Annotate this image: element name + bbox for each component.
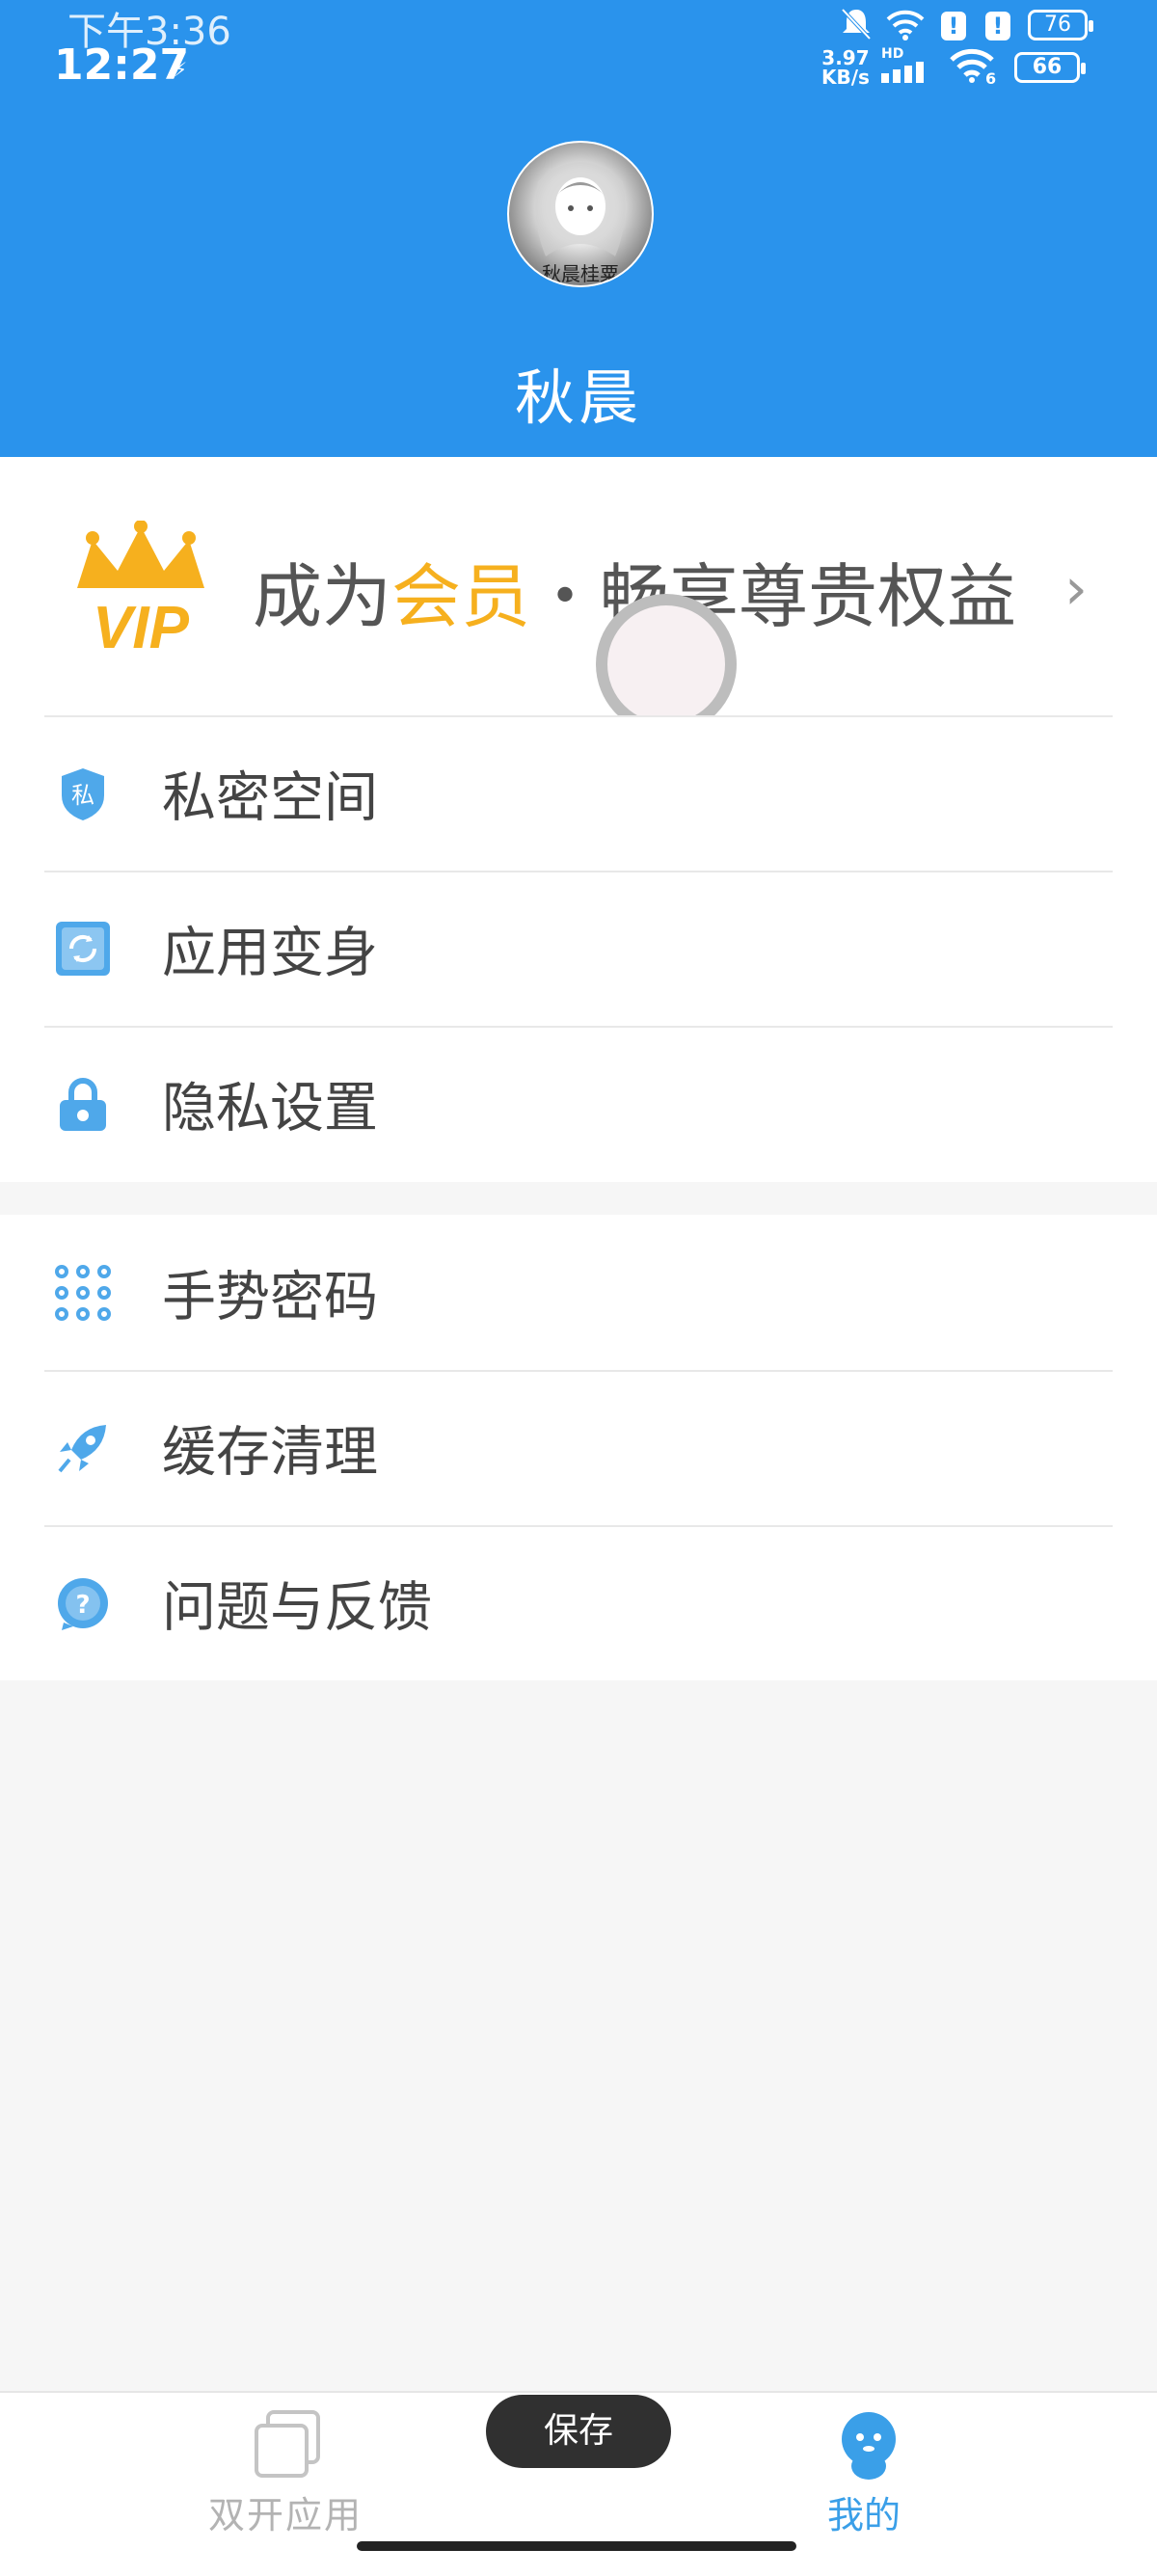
status-bar: 下午3:36 12:27 ⚡ ! ! 76 3.97 KB/s HD 6 66 [0, 0, 1157, 96]
tab-dual-apps[interactable]: 双开应用 [193, 2393, 386, 2547]
menu-group-tools: 手势密码 缓存清理 ? 问题与反馈 [0, 1215, 1157, 1680]
rocket-icon [58, 1424, 106, 1472]
profile-header: 下午3:36 12:27 ⚡ ! ! 76 3.97 KB/s HD 6 66 … [0, 0, 1157, 457]
vip-icon-text: VIP [93, 595, 190, 656]
menu-label: 私密空间 [162, 766, 378, 829]
tab-label: 双开应用 [208, 2494, 363, 2536]
menu-item-cache-cleanup[interactable]: 缓存清理 [0, 1370, 1157, 1525]
vip-suffix: ・畅享尊贵权益 [530, 556, 1017, 637]
status-time: 12:27 [54, 40, 190, 90]
menu-label: 应用变身 [162, 922, 378, 984]
menu-item-app-disguise[interactable]: 应用变身 [0, 871, 1157, 1026]
signal-icon [881, 62, 924, 83]
network-speed: 3.97 KB/s [821, 46, 870, 89]
alert-icon: ! [941, 12, 966, 40]
battery-indicator-top: 76 [1028, 10, 1093, 40]
lock-icon [60, 1077, 106, 1131]
menu-group-privacy: 私 私密空间 应用变身 隐私设置 [0, 715, 1157, 1182]
gesture-pattern-icon [55, 1264, 111, 1321]
dual-apps-icon [255, 2410, 320, 2478]
menu-item-feedback[interactable]: ? 问题与反馈 [0, 1525, 1157, 1680]
alert-icon: ! [985, 12, 1010, 40]
help-icon: ? [58, 1577, 108, 1630]
menu-label: 手势密码 [162, 1266, 378, 1328]
vip-prefix: 成为 [253, 556, 392, 637]
touch-indicator [596, 594, 737, 735]
charging-icon: ⚡ [174, 58, 188, 81]
svg-text:?: ? [75, 1591, 90, 1620]
svg-text:私: 私 [71, 782, 94, 809]
private-space-icon: 私 [62, 767, 104, 820]
menu-label: 缓存清理 [162, 1421, 378, 1484]
tab-label: 我的 [827, 2494, 901, 2536]
tab-me[interactable]: 我的 [791, 2393, 945, 2547]
me-mascot-icon [842, 2412, 896, 2480]
menu-item-gesture-password[interactable]: 手势密码 [0, 1215, 1157, 1370]
mute-bell-icon [841, 8, 872, 40]
chevron-right-icon: › [1064, 555, 1088, 623]
vip-highlight: 会员 [391, 556, 531, 637]
home-indicator[interactable] [357, 2541, 796, 2551]
menu-item-private-space[interactable]: 私 私密空间 [0, 715, 1157, 871]
menu-label: 隐私设置 [162, 1077, 378, 1140]
avatar[interactable]: 秋晨桂粟 [507, 141, 654, 287]
wifi-sub-label: 6 [985, 69, 997, 88]
avatar-caption: 秋晨桂粟 [542, 262, 619, 285]
menu-label: 问题与反馈 [162, 1576, 432, 1639]
vip-crown-icon: VIP [77, 521, 204, 656]
menu-item-privacy-settings[interactable]: 隐私设置 [0, 1026, 1157, 1181]
hd-indicator: HD [881, 46, 904, 62]
battery-indicator: 66 [1014, 52, 1086, 83]
app-disguise-icon [56, 921, 110, 976]
save-toast: 保存 [486, 2395, 671, 2468]
wifi-icon-top [886, 10, 925, 40]
username[interactable]: 秋晨 [0, 349, 1157, 436]
